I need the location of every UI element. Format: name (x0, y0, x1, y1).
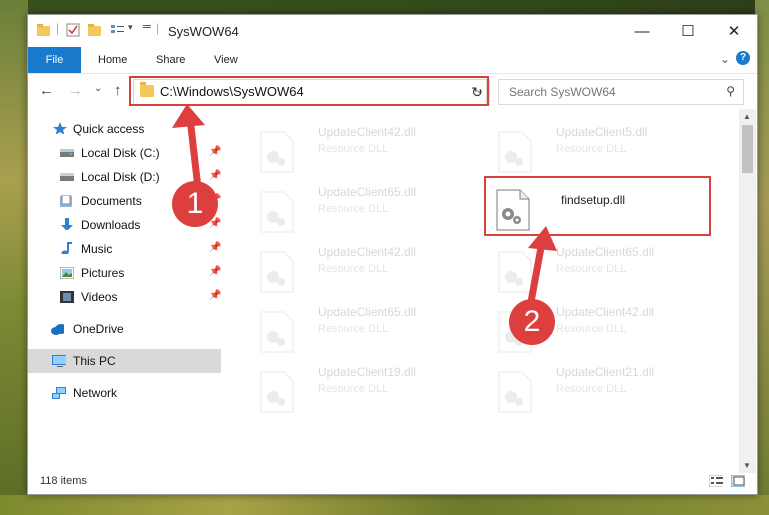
step-1-badge: 1 (172, 181, 218, 227)
arrow-head-2-icon (528, 226, 557, 251)
arrow-head-1-icon (172, 104, 205, 128)
step-2-badge: 2 (509, 299, 555, 345)
annotation-arrows (172, 104, 557, 306)
